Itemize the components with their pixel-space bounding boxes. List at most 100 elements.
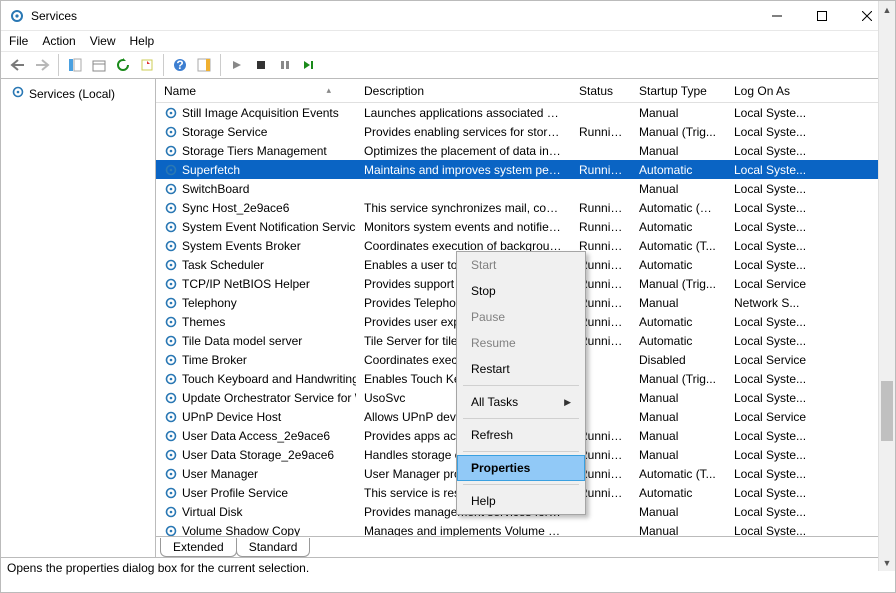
back-button[interactable]: [7, 54, 29, 76]
service-startup-type: Manual: [631, 410, 726, 424]
service-startup-type: Manual (Trig...: [631, 125, 726, 139]
service-icon: [164, 106, 178, 120]
table-row[interactable]: Volume Shadow CopyManages and implements…: [156, 521, 895, 536]
refresh-button[interactable]: [112, 54, 134, 76]
properties-button[interactable]: [88, 54, 110, 76]
action-pane-button[interactable]: [193, 54, 215, 76]
pause-service-button[interactable]: [274, 54, 296, 76]
service-log-on-as: Local Syste...: [726, 258, 895, 272]
console-tree: Services (Local): [1, 79, 156, 557]
toolbar-separator: [58, 54, 59, 76]
minimize-button[interactable]: [754, 1, 799, 30]
column-description[interactable]: Description: [356, 79, 571, 102]
service-log-on-as: Network S...: [726, 296, 895, 310]
column-startup-type[interactable]: Startup Type: [631, 79, 726, 102]
column-name[interactable]: Name▴: [156, 79, 356, 102]
service-description: Manages and implements Volume S...: [356, 524, 571, 537]
service-icon: [164, 334, 178, 348]
service-log-on-as: Local Syste...: [726, 239, 895, 253]
service-icon: [164, 277, 178, 291]
service-name: Themes: [182, 315, 225, 329]
menu-help[interactable]: Help: [130, 34, 155, 48]
table-row[interactable]: System Event Notification ServiceMonitor…: [156, 217, 895, 236]
context-help[interactable]: Help: [457, 488, 585, 514]
service-log-on-as: Local Syste...: [726, 524, 895, 537]
service-name: Sync Host_2e9ace6: [182, 201, 289, 215]
stop-service-button[interactable]: [250, 54, 272, 76]
scroll-up-button[interactable]: ▲: [879, 1, 895, 18]
service-log-on-as: Local Syste...: [726, 429, 895, 443]
service-name: User Data Access_2e9ace6: [182, 429, 330, 443]
tab-standard[interactable]: Standard: [236, 538, 311, 557]
service-startup-type: Manual: [631, 106, 726, 120]
service-name: User Profile Service: [182, 486, 288, 500]
service-description: Launches applications associated wit...: [356, 106, 571, 120]
service-log-on-as: Local Syste...: [726, 220, 895, 234]
menu-bar: File Action View Help: [1, 31, 895, 51]
help-button[interactable]: ?: [169, 54, 191, 76]
context-resume[interactable]: Resume: [457, 330, 585, 356]
service-startup-type: Manual: [631, 505, 726, 519]
sidebar-item-services-local[interactable]: Services (Local): [7, 83, 149, 104]
context-separator: [463, 418, 579, 419]
service-icon: [164, 391, 178, 405]
service-log-on-as: Local Syste...: [726, 391, 895, 405]
service-status: Running: [571, 163, 631, 177]
service-log-on-as: Local Syste...: [726, 125, 895, 139]
start-service-button[interactable]: [226, 54, 248, 76]
service-name: Still Image Acquisition Events: [182, 106, 339, 120]
table-row[interactable]: Storage ServiceProvides enabling service…: [156, 122, 895, 141]
service-description: Optimizes the placement of data in s...: [356, 144, 571, 158]
menu-action[interactable]: Action: [42, 34, 75, 48]
export-button[interactable]: [136, 54, 158, 76]
vertical-scrollbar[interactable]: ▲ ▼: [878, 1, 895, 571]
column-log-on-as[interactable]: Log On As: [726, 79, 895, 102]
tab-extended[interactable]: Extended: [160, 538, 237, 557]
table-row[interactable]: SuperfetchMaintains and improves system …: [156, 160, 895, 179]
services-app-icon: [9, 8, 25, 24]
menu-view[interactable]: View: [90, 34, 116, 48]
context-properties[interactable]: Properties: [457, 455, 585, 481]
table-row[interactable]: Still Image Acquisition Events Launches a…: [156, 103, 895, 122]
table-row[interactable]: SwitchBoardManualLocal Syste...: [156, 179, 895, 198]
table-row[interactable]: Storage Tiers ManagementOptimizes the pl…: [156, 141, 895, 160]
toolbar-separator: [220, 54, 221, 76]
context-refresh[interactable]: Refresh: [457, 422, 585, 448]
show-hide-tree-button[interactable]: [64, 54, 86, 76]
service-name: TCP/IP NetBIOS Helper: [182, 277, 310, 291]
context-start[interactable]: Start: [457, 252, 585, 278]
context-restart[interactable]: Restart: [457, 356, 585, 382]
service-description: Provides enabling services for storag...: [356, 125, 571, 139]
service-log-on-as: Local Syste...: [726, 486, 895, 500]
column-status[interactable]: Status: [571, 79, 631, 102]
forward-button[interactable]: [31, 54, 53, 76]
service-startup-type: Automatic (D...: [631, 201, 726, 215]
table-row[interactable]: Sync Host_2e9ace6This service synchroniz…: [156, 198, 895, 217]
service-name: User Manager: [182, 467, 258, 481]
service-startup-type: Manual: [631, 391, 726, 405]
menu-file[interactable]: File: [9, 34, 28, 48]
service-name: System Event Notification Service: [182, 220, 356, 234]
context-stop[interactable]: Stop: [457, 278, 585, 304]
context-all-tasks[interactable]: All Tasks▶: [457, 389, 585, 415]
scroll-down-button[interactable]: ▼: [879, 554, 895, 571]
service-name: Touch Keyboard and Handwriting Panel: [182, 372, 356, 386]
gear-icon: [11, 85, 25, 102]
context-pause[interactable]: Pause: [457, 304, 585, 330]
restart-service-button[interactable]: [298, 54, 320, 76]
service-status: Running: [571, 201, 631, 215]
scroll-thumb[interactable]: [881, 381, 893, 441]
toolbar-separator: [163, 54, 164, 76]
service-name: System Events Broker: [182, 239, 301, 253]
service-icon: [164, 182, 178, 196]
view-tabs: Extended Standard: [156, 536, 895, 557]
svg-text:?: ?: [176, 58, 183, 72]
service-name: UPnP Device Host: [182, 410, 281, 424]
maximize-button[interactable]: [799, 1, 844, 30]
service-name: User Data Storage_2e9ace6: [182, 448, 334, 462]
service-startup-type: Automatic (T...: [631, 239, 726, 253]
service-status: Running: [571, 125, 631, 139]
service-status: Running: [571, 220, 631, 234]
service-log-on-as: Local Syste...: [726, 106, 895, 120]
service-icon: [164, 505, 178, 519]
